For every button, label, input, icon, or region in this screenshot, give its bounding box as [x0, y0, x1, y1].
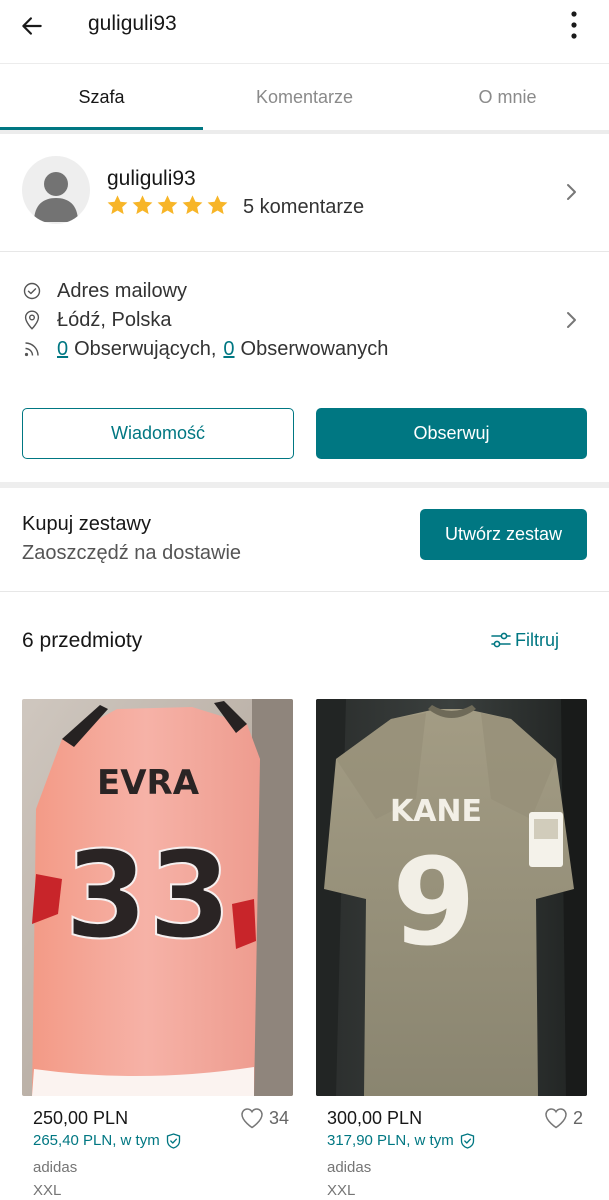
- favourite-button[interactable]: 34: [240, 1107, 289, 1129]
- jersey-name-text: KANE: [390, 794, 482, 829]
- heart-icon: [241, 1108, 263, 1129]
- email-verified-row: Adres mailowy: [22, 278, 187, 304]
- profile-info[interactable]: Adres mailowy Łódź, Polska 0 Obserwujący…: [0, 253, 609, 363]
- favourite-count: 2: [572, 1107, 583, 1128]
- shield-check-icon: [166, 1132, 180, 1149]
- item-brand: adidas: [327, 1159, 372, 1176]
- filter-label: Filtruj: [515, 629, 559, 650]
- follow-button[interactable]: Obserwuj: [316, 408, 587, 459]
- item-card[interactable]: EVRA 33 250,00 PLN 34 265,40 PLN, w tym …: [22, 699, 293, 1199]
- following-label: Obserwowanych: [240, 337, 389, 360]
- followers-count-link[interactable]: 0: [57, 338, 68, 361]
- profile-summary[interactable]: guliguli93 5 komentarze: [0, 134, 609, 252]
- chevron-right-icon: [567, 312, 576, 328]
- item-brand: adidas: [33, 1159, 78, 1176]
- check-circle-icon: [23, 282, 41, 300]
- item-size: XXL: [327, 1182, 356, 1199]
- app-bar: guliguli93: [0, 0, 609, 64]
- jersey-number-text: 33: [65, 827, 232, 966]
- tab-o-mnie[interactable]: O mnie: [406, 64, 609, 130]
- item-total-label: 265,40 PLN, w tym: [33, 1132, 160, 1149]
- item-price: 300,00 PLN: [327, 1108, 423, 1128]
- create-bundle-button[interactable]: Utwórz zestaw: [420, 509, 587, 560]
- star-icon: [132, 195, 153, 215]
- item-total-label: 317,90 PLN, w tym: [327, 1132, 454, 1149]
- message-button[interactable]: Wiadomość: [22, 408, 294, 459]
- followers-label: Obserwujących,: [74, 337, 217, 360]
- chevron-right-icon: [567, 184, 576, 200]
- filter-button[interactable]: Filtruj: [490, 629, 559, 651]
- item-total-price[interactable]: 317,90 PLN, w tym: [327, 1132, 475, 1149]
- email-verified-label: Adres mailowy: [57, 279, 188, 302]
- tab-szafa[interactable]: Szafa: [0, 64, 203, 130]
- favourite-button[interactable]: 2: [544, 1107, 583, 1129]
- location-label: Łódź, Polska: [57, 308, 172, 331]
- location-row: Łódź, Polska: [22, 307, 172, 333]
- more-vertical-icon: [571, 11, 577, 39]
- following-count-link[interactable]: 0: [223, 338, 234, 361]
- rating-stars: [106, 194, 229, 216]
- heart-icon: [545, 1108, 567, 1129]
- star-icon: [207, 195, 228, 215]
- star-icon: [157, 195, 178, 215]
- items-header: 6 przedmioty Filtruj: [0, 593, 609, 689]
- location-pin-icon: [24, 310, 40, 330]
- rss-icon: [24, 342, 39, 357]
- bundle-title: Kupuj zestawy: [22, 513, 151, 535]
- more-options-button[interactable]: [556, 6, 592, 44]
- avatar: [22, 156, 90, 224]
- jersey-number-text: 9: [392, 834, 476, 973]
- reviews-count: 5 komentarze: [243, 196, 365, 218]
- tab-komentarze[interactable]: Komentarze: [203, 64, 406, 130]
- page-title: guliguli93: [88, 12, 177, 35]
- followers-row: 0 Obserwujących, 0 Obserwowanych: [22, 336, 388, 362]
- bundle-subtitle: Zaoszczędź na dostawie: [22, 542, 242, 564]
- back-button[interactable]: [14, 8, 50, 44]
- item-total-price[interactable]: 265,40 PLN, w tym: [33, 1132, 181, 1149]
- item-price: 250,00 PLN: [33, 1108, 129, 1128]
- arrow-left-icon: [22, 17, 42, 35]
- items-count: 6 przedmioty: [22, 629, 143, 652]
- user-placeholder-icon: [34, 172, 78, 222]
- bundle-promo: Kupuj zestawy Zaoszczędź na dostawie Utw…: [0, 488, 609, 592]
- item-photo: EVRA 33: [22, 699, 293, 1096]
- shield-check-icon: [460, 1132, 474, 1149]
- item-size: XXL: [33, 1182, 62, 1199]
- star-icon: [182, 195, 203, 215]
- jersey-name-text: EVRA: [97, 763, 200, 803]
- favourite-count: 34: [268, 1107, 289, 1128]
- item-photo: KANE 9: [316, 699, 587, 1096]
- profile-username: guliguli93: [107, 167, 196, 190]
- item-card[interactable]: KANE 9 300,00 PLN 2 317,90 PLN, w tym ad…: [316, 699, 587, 1199]
- profile-tabs: Szafa Komentarze O mnie: [0, 64, 609, 130]
- star-icon: [107, 195, 128, 215]
- filter-icon: [491, 632, 511, 648]
